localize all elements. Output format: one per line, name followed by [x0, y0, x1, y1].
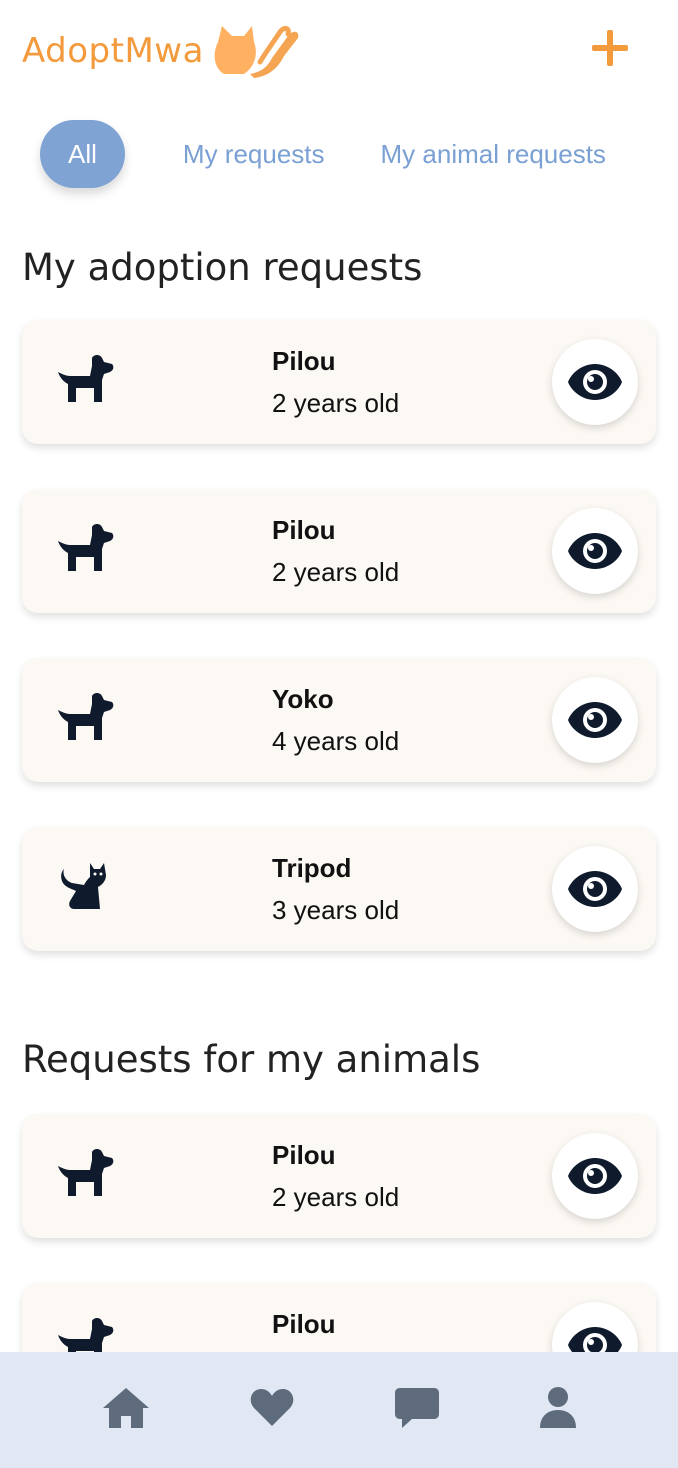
animal-age: 4 years old	[272, 726, 400, 756]
app-logo: AdoptMwa	[22, 22, 302, 80]
app-header: AdoptMwa	[0, 0, 678, 100]
animal-age: 2 years old	[272, 388, 400, 418]
animal-name: Pilou	[272, 346, 336, 376]
request-card[interactable]: Pilou 2 years old	[22, 1114, 656, 1238]
view-request-button[interactable]	[552, 1133, 638, 1219]
chat-icon	[395, 1388, 439, 1428]
tab-my-requests[interactable]: My requests	[169, 120, 339, 188]
dog-icon	[56, 354, 114, 410]
animal-age: 3 years old	[272, 895, 400, 925]
app-name: AdoptMwa	[22, 31, 204, 71]
plus-icon	[592, 30, 628, 66]
request-card[interactable]: Pilou 2 years old	[22, 489, 656, 613]
animal-name: Tripod	[272, 853, 352, 883]
animal-age: 2 years old	[272, 1182, 400, 1212]
requests-for-my-animals-title: Requests for my animals	[22, 1038, 481, 1081]
nav-home[interactable]	[98, 1382, 154, 1434]
request-card[interactable]: Tripod 3 years old	[22, 827, 656, 951]
animal-name: Pilou	[272, 515, 336, 545]
dog-icon	[56, 1148, 114, 1204]
animal-name: Yoko	[272, 684, 334, 714]
tab-all[interactable]: All	[40, 120, 125, 188]
eye-icon	[567, 531, 623, 571]
nav-favorites[interactable]	[244, 1382, 300, 1434]
view-request-button[interactable]	[552, 339, 638, 425]
view-request-button[interactable]	[552, 508, 638, 594]
user-icon	[540, 1387, 576, 1428]
my-adoption-requests-title: My adoption requests	[22, 246, 423, 289]
heart-icon	[250, 1389, 294, 1426]
eye-icon	[567, 1156, 623, 1196]
request-card[interactable]: Yoko 4 years old	[22, 658, 656, 782]
cat-icon	[56, 861, 114, 917]
nav-messages[interactable]	[389, 1382, 445, 1434]
tab-my-animal-requests[interactable]: My animal requests	[367, 120, 620, 188]
request-card[interactable]: Pilou 2 years old	[22, 320, 656, 444]
view-request-button[interactable]	[552, 677, 638, 763]
nav-profile[interactable]	[530, 1382, 586, 1434]
eye-icon	[567, 700, 623, 740]
animal-name: Pilou	[272, 1309, 336, 1339]
animal-age: 2 years old	[272, 557, 400, 587]
animal-name: Pilou	[272, 1140, 336, 1170]
home-icon	[103, 1388, 149, 1428]
eye-icon	[567, 362, 623, 402]
bottom-navigation	[0, 1352, 678, 1468]
add-button[interactable]	[588, 26, 632, 70]
filter-tabs: All My requests My animal requests	[40, 120, 620, 188]
dog-icon	[56, 523, 114, 579]
dog-icon	[56, 692, 114, 748]
eye-icon	[567, 869, 623, 909]
cat-hand-logo-icon	[214, 25, 299, 78]
view-request-button[interactable]	[552, 846, 638, 932]
